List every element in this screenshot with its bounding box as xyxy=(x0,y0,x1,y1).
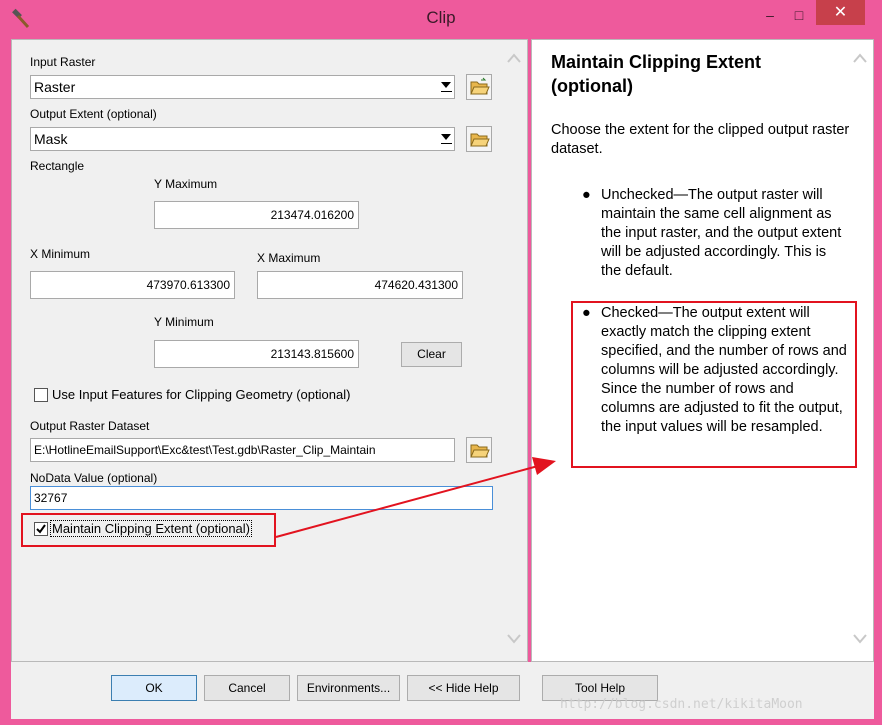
annotation-arrow xyxy=(275,457,556,538)
ok-button[interactable]: OK xyxy=(111,675,197,701)
watermark: http://blog.csdn.net/kikitaMoon xyxy=(560,697,803,712)
environments-button[interactable]: Environments... xyxy=(297,675,400,701)
hide-help-button[interactable]: << Hide Help xyxy=(407,675,520,701)
cancel-button[interactable]: Cancel xyxy=(204,675,290,701)
